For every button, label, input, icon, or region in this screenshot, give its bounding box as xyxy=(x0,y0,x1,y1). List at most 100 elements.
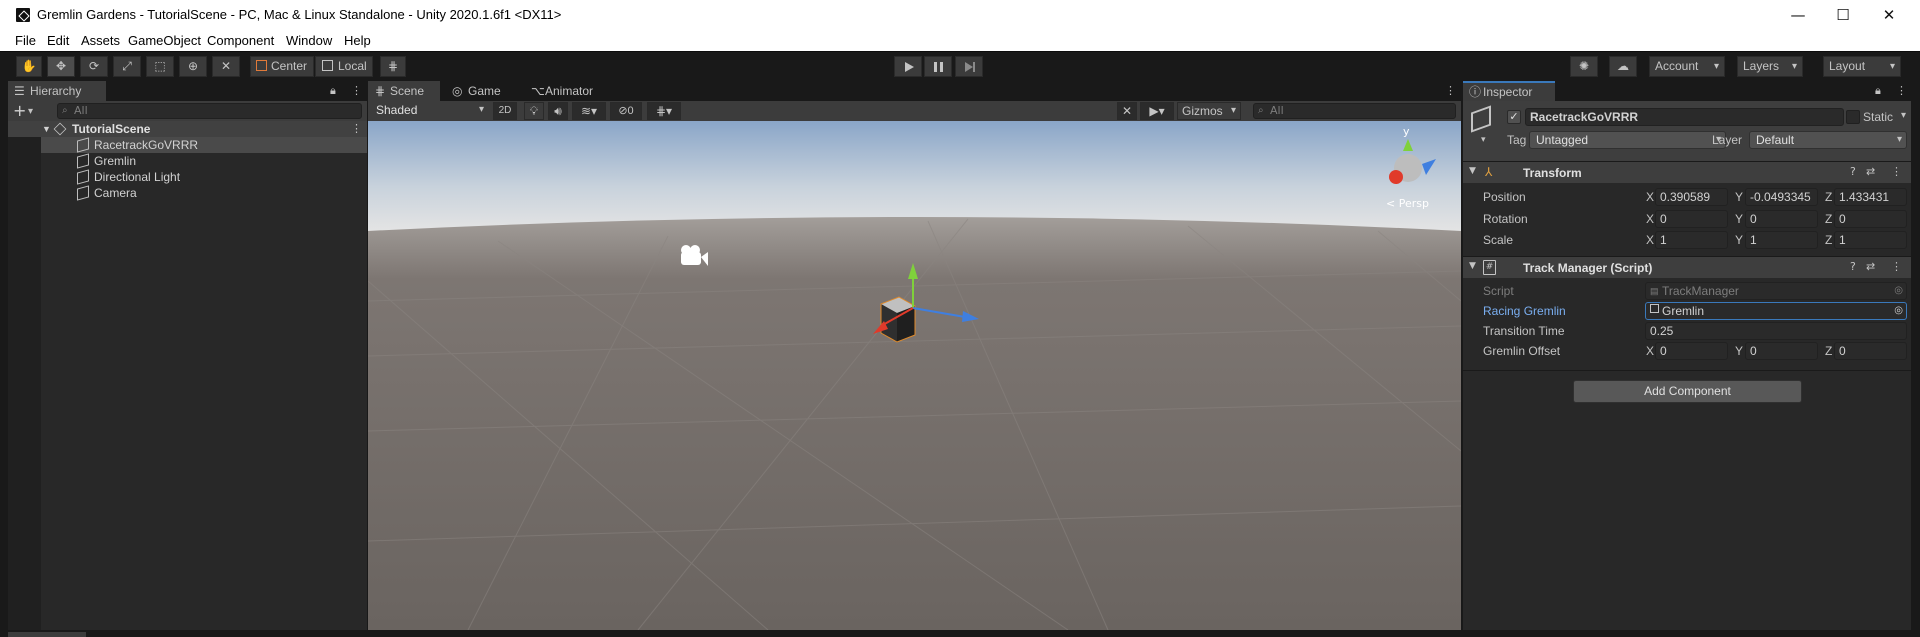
scale-z-input[interactable]: 1 xyxy=(1834,231,1907,249)
hierarchy-search-input[interactable]: ⌕ All xyxy=(57,103,362,119)
hierarchy-item-racetrack[interactable]: RacetrackGoVRRR xyxy=(41,137,367,153)
pivot-center-button[interactable]: Center xyxy=(250,56,314,77)
hierarchy-item-gremlin[interactable]: Gremlin xyxy=(41,153,367,169)
camera-dropdown[interactable]: ▶▾ xyxy=(1140,102,1174,120)
target-icon[interactable]: ◎ xyxy=(1894,303,1903,319)
menu-gameobject[interactable]: GameObject xyxy=(128,33,201,48)
account-dropdown[interactable]: Account ▾ xyxy=(1649,56,1725,77)
transform-tool-button[interactable]: ⊕ xyxy=(179,56,207,77)
tab-scene[interactable]: ⋕ Scene xyxy=(368,81,440,101)
pause-button[interactable] xyxy=(924,56,952,77)
layer-dropdown[interactable]: Default xyxy=(1749,131,1907,149)
pivot-local-button[interactable]: Local xyxy=(315,56,373,77)
rotation-y-input[interactable]: 0 xyxy=(1745,210,1818,228)
menu-help[interactable]: Help xyxy=(344,33,371,48)
lock-icon[interactable]: 🔒︎ xyxy=(1875,84,1881,98)
tools-toggle-button[interactable]: ✕ xyxy=(1117,102,1137,120)
static-checkbox[interactable] xyxy=(1846,110,1860,124)
gameobject-cube-icon xyxy=(77,185,89,201)
kebab-menu-icon[interactable]: ⋮ xyxy=(351,121,362,137)
layout-dropdown[interactable]: Layout ▾ xyxy=(1823,56,1901,77)
hierarchy-item-directional-light[interactable]: Directional Light xyxy=(41,169,367,185)
grid-snap-button[interactable]: ⋕ xyxy=(380,56,406,77)
kebab-menu-icon[interactable]: ⋮ xyxy=(1896,84,1907,97)
transform-component-header[interactable]: ▼ ⅄ Transform ? ⇄ ⋮ xyxy=(1463,161,1911,183)
play-button[interactable] xyxy=(894,56,922,77)
axis-z-label: Z xyxy=(1825,344,1833,358)
menu-edit[interactable]: Edit xyxy=(47,33,69,48)
close-button[interactable]: ✕ xyxy=(1876,5,1902,25)
kebab-menu-icon[interactable]: ⋮ xyxy=(351,84,362,97)
minimize-button[interactable]: — xyxy=(1785,5,1811,25)
hierarchy-item-camera[interactable]: Camera xyxy=(41,185,367,201)
kebab-menu-icon[interactable]: ⋮ xyxy=(1445,84,1456,97)
gizmos-dropdown[interactable]: Gizmos ▾ xyxy=(1177,102,1241,120)
offset-y-input[interactable]: 0 xyxy=(1745,342,1818,360)
offset-z-input[interactable]: 0 xyxy=(1834,342,1907,360)
2d-toggle-button[interactable]: 2D xyxy=(493,102,517,120)
menu-component[interactable]: Component xyxy=(207,33,274,48)
transition-time-input[interactable]: 0.25 xyxy=(1645,322,1907,340)
chevron-down-icon[interactable]: ▾ xyxy=(28,102,33,122)
menu-file[interactable]: File xyxy=(15,33,36,48)
position-z-input[interactable]: 1.433431 xyxy=(1834,188,1907,206)
hierarchy-panel: ☰ Hierarchy 🔒︎ ⋮ + ▾ ⌕ All ▼ TutorialSce… xyxy=(8,81,367,630)
scene-row[interactable]: ▼ TutorialScene ⋮ xyxy=(8,121,367,137)
tab-hierarchy[interactable]: ☰ Hierarchy xyxy=(8,81,106,101)
layers-dropdown[interactable]: Layers ▾ xyxy=(1737,56,1803,77)
rotation-z-input[interactable]: 0 xyxy=(1834,210,1907,228)
step-button[interactable] xyxy=(955,56,983,77)
transition-time-label: Transition Time xyxy=(1483,324,1565,338)
offset-x-input[interactable]: 0 xyxy=(1655,342,1728,360)
scene-search-input[interactable]: ⌕ All xyxy=(1253,103,1456,119)
persp-label[interactable]: < Persp xyxy=(1386,197,1429,210)
scale-y-input[interactable]: 1 xyxy=(1745,231,1818,249)
effects-dropdown[interactable]: ≋▾ xyxy=(572,102,606,120)
menu-window[interactable]: Window xyxy=(286,33,332,48)
maximize-button[interactable]: ☐ xyxy=(1830,5,1856,25)
preset-icon[interactable]: ⇄ xyxy=(1866,260,1875,273)
tab-animator[interactable]: ⌥ Animator xyxy=(529,81,613,101)
racing-gremlin-field[interactable]: Gremlin ◎ xyxy=(1645,302,1907,320)
help-icon[interactable]: ? xyxy=(1850,165,1856,178)
position-x-input[interactable]: 0.390589 xyxy=(1655,188,1728,206)
tab-inspector[interactable]: ⓘ Inspector xyxy=(1463,81,1555,101)
hidden-objects-toggle[interactable]: ⊘0 xyxy=(610,102,642,120)
collab-button[interactable]: ✺ xyxy=(1570,56,1598,77)
scene-viewport[interactable]: y < Persp xyxy=(368,121,1461,630)
menu-bar: File Edit Assets GameObject Component Wi… xyxy=(0,30,1920,51)
rotate-tool-button[interactable]: ⟳ xyxy=(80,56,108,77)
gizmos-label: Gizmos xyxy=(1182,104,1223,118)
shading-mode-dropdown[interactable]: Shaded xyxy=(370,102,488,120)
create-plus-button[interactable]: + xyxy=(13,101,26,121)
lighting-toggle-button[interactable]: 💡︎ xyxy=(524,102,544,120)
track-manager-component-header[interactable]: ▼ # Track Manager (Script) ? ⇄ ⋮ xyxy=(1463,256,1911,278)
menu-assets[interactable]: Assets xyxy=(81,33,120,48)
rect-tool-button[interactable]: ⬚ xyxy=(146,56,174,77)
track-manager-fields: Script ▤ TrackManager ◎ Racing Gremlin G… xyxy=(1463,278,1911,368)
chevron-down-icon[interactable]: ▾ xyxy=(1481,135,1486,145)
object-name-input[interactable]: RacetrackGoVRRR xyxy=(1525,108,1844,126)
tag-dropdown[interactable]: Untagged xyxy=(1529,131,1726,149)
move-tool-button[interactable]: ✥ xyxy=(47,56,75,77)
help-icon[interactable]: ? xyxy=(1850,260,1856,273)
scale-x-input[interactable]: 1 xyxy=(1655,231,1728,249)
tab-game[interactable]: ◎ Game xyxy=(450,81,520,101)
kebab-menu-icon[interactable]: ⋮ xyxy=(1891,165,1902,178)
grid-dropdown[interactable]: ⋕▾ xyxy=(647,102,681,120)
custom-tool-button[interactable]: ✕ xyxy=(212,56,240,77)
scale-tool-button[interactable]: ⤢ xyxy=(113,56,141,77)
add-component-button[interactable]: Add Component xyxy=(1573,380,1802,403)
preset-icon[interactable]: ⇄ xyxy=(1866,165,1875,178)
kebab-menu-icon[interactable]: ⋮ xyxy=(1891,260,1902,273)
active-checkbox[interactable]: ✓ xyxy=(1507,110,1521,124)
lock-icon[interactable]: 🔒︎ xyxy=(330,84,336,98)
hand-tool-button[interactable]: ✋ xyxy=(16,56,42,77)
scene-icon xyxy=(53,122,67,136)
position-y-input[interactable]: -0.0493345 xyxy=(1745,188,1818,206)
cloud-button[interactable]: ☁ xyxy=(1609,56,1637,77)
rotation-x-input[interactable]: 0 xyxy=(1655,210,1728,228)
audio-toggle-button[interactable]: 🔊︎ xyxy=(548,102,568,120)
chevron-down-icon[interactable]: ▾ xyxy=(1901,110,1906,121)
caret-down-icon: ▼ xyxy=(1469,166,1476,176)
